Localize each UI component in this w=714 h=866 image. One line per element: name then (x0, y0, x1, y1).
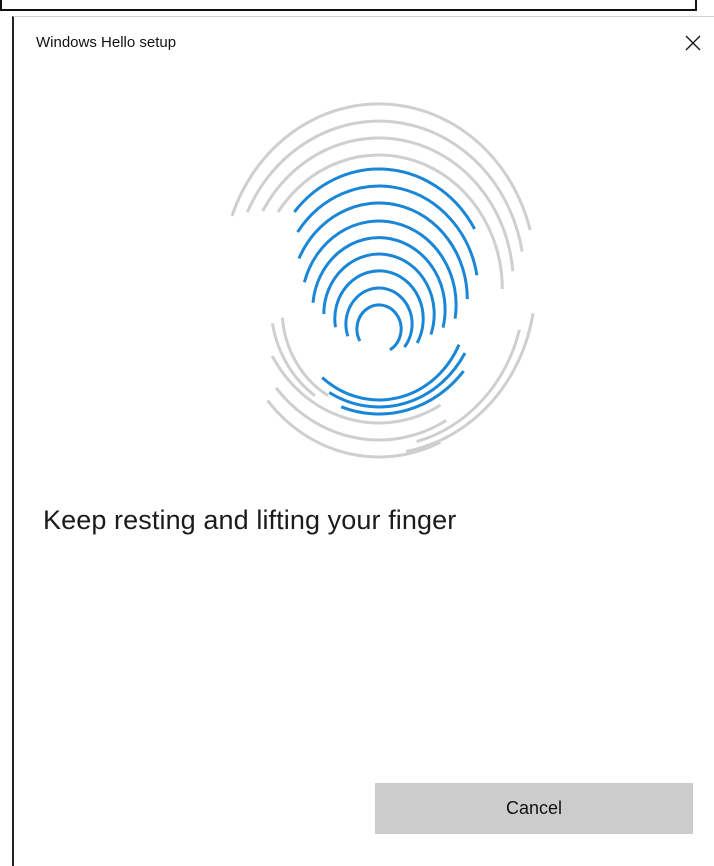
fingerprint-ridge (280, 317, 329, 397)
close-icon (685, 35, 701, 51)
title-bar: Windows Hello setup (14, 17, 714, 57)
fingerprint-ridge (296, 184, 479, 276)
fingerprint-ridge (355, 303, 403, 352)
fingerprint-icon (230, 102, 535, 459)
fingerprint-ridge (344, 286, 414, 349)
close-button[interactable] (672, 25, 714, 61)
window-title: Windows Hello setup (36, 34, 177, 51)
windows-hello-dialog: Windows Hello setup Keep resting and lif… (12, 16, 714, 866)
fingerprint-ridge (321, 344, 461, 402)
cancel-button[interactable]: Cancel (375, 783, 693, 834)
background-window-frame (0, 0, 697, 11)
instruction-text: Keep resting and lifting your finger (43, 505, 457, 535)
